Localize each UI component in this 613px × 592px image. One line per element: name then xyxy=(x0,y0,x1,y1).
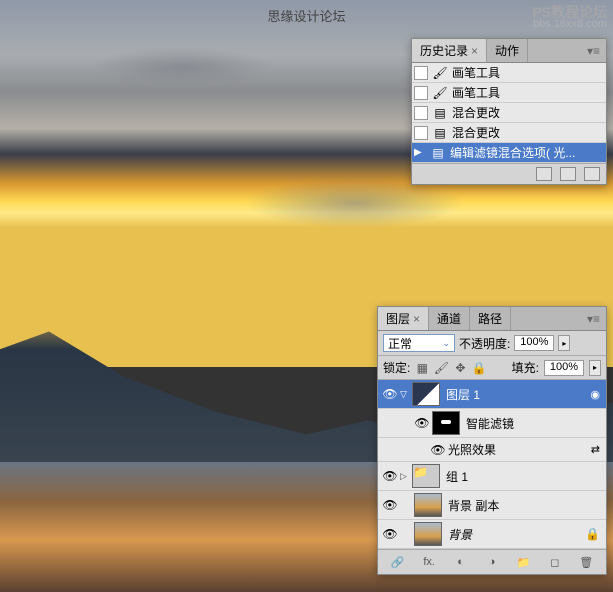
tab-actions[interactable]: 动作 xyxy=(487,39,528,62)
fill-flyout-icon[interactable]: ▸ xyxy=(589,360,601,376)
current-marker-icon: ▶ xyxy=(414,147,426,158)
history-item[interactable]: 🖌 画笔工具 xyxy=(412,63,606,83)
history-snapshot-box[interactable] xyxy=(414,66,428,80)
panel-menu-icon[interactable]: ▾≡ xyxy=(581,42,606,60)
brush-icon: 🖌 xyxy=(432,65,448,81)
history-panel: 历史记录× 动作 ▾≡ 🖌 画笔工具 🖌 画笔工具 ▤ 混合更改 ▤ 混合更改 … xyxy=(411,38,607,185)
history-item[interactable]: ▤ 混合更改 xyxy=(412,103,606,123)
visibility-icon[interactable]: 👁 xyxy=(412,416,432,430)
layer-thumbnail[interactable] xyxy=(414,522,442,546)
filter-mask-thumbnail[interactable] xyxy=(432,411,460,435)
fill-label: 填充: xyxy=(512,359,539,376)
layer-mask-icon[interactable]: ◐ xyxy=(452,554,470,570)
filter-blend-icon[interactable]: ⇄ xyxy=(591,443,600,456)
fill-input[interactable]: 100% xyxy=(544,360,584,376)
history-list: 🖌 画笔工具 🖌 画笔工具 ▤ 混合更改 ▤ 混合更改 ▶ ▤ 编辑滤镜混合选项… xyxy=(412,63,606,163)
layer-row[interactable]: 👁 ▽ 图层 1 ◉ xyxy=(378,380,606,409)
history-snapshot-box[interactable] xyxy=(414,126,428,140)
close-icon[interactable]: × xyxy=(413,312,420,326)
lock-label: 锁定: xyxy=(383,359,410,376)
new-layer-icon[interactable]: ◻ xyxy=(546,554,564,570)
chevron-down-icon: ⌄ xyxy=(442,338,450,349)
layer-thumbnail[interactable] xyxy=(414,493,442,517)
visibility-icon[interactable]: 👁 xyxy=(380,387,400,401)
lock-all-icon[interactable]: 🔒 xyxy=(472,361,486,375)
lock-pixels-icon[interactable]: 🖌 xyxy=(434,361,448,375)
folder-icon: 📁 xyxy=(412,464,440,488)
tab-layers[interactable]: 图层× xyxy=(378,307,429,330)
tab-channels[interactable]: 通道 xyxy=(429,307,470,330)
adjustment-layer-icon[interactable]: ◑ xyxy=(483,554,501,570)
history-item[interactable]: ▤ 混合更改 xyxy=(412,123,606,143)
layer-group-row[interactable]: 👁 ▷ 📁 组 1 xyxy=(378,462,606,491)
new-document-icon[interactable] xyxy=(536,167,552,181)
smart-filter-header[interactable]: 👁 智能滤镜 xyxy=(378,409,606,438)
history-snapshot-box[interactable] xyxy=(414,86,428,100)
layer-thumbnail[interactable] xyxy=(412,382,440,406)
panel-menu-icon[interactable]: ▾≡ xyxy=(581,310,606,328)
lock-position-icon[interactable]: ✥ xyxy=(453,361,467,375)
trash-icon[interactable] xyxy=(584,167,600,181)
document-icon: ▤ xyxy=(432,105,448,121)
tab-history[interactable]: 历史记录× xyxy=(412,39,487,62)
brush-icon: 🖌 xyxy=(432,85,448,101)
layers-panel: 图层× 通道 路径 ▾≡ 正常⌄ 不透明度: 100% ▸ 锁定: ▦ 🖌 ✥ … xyxy=(377,306,607,575)
opacity-input[interactable]: 100% xyxy=(514,335,554,351)
trash-icon[interactable]: 🗑 xyxy=(577,554,595,570)
visibility-icon[interactable]: 👁 xyxy=(428,443,448,457)
watermark-url: bbs.16xx8.com xyxy=(533,18,607,30)
visibility-icon[interactable]: 👁 xyxy=(380,527,400,541)
smart-filter-item[interactable]: 👁 光照效果 ⇄ xyxy=(378,438,606,462)
visibility-icon[interactable]: 👁 xyxy=(380,498,400,512)
lock-transparency-icon[interactable]: ▦ xyxy=(415,361,429,375)
history-snapshot-box[interactable] xyxy=(414,106,428,120)
background-layer-row[interactable]: 👁 背景 🔒 xyxy=(378,520,606,549)
new-group-icon[interactable]: 📁 xyxy=(514,554,532,570)
opacity-flyout-icon[interactable]: ▸ xyxy=(558,335,570,351)
history-item[interactable]: 🖌 画笔工具 xyxy=(412,83,606,103)
layer-fx-icon[interactable]: fx. xyxy=(420,554,438,570)
document-icon: ▤ xyxy=(430,145,446,161)
tab-paths[interactable]: 路径 xyxy=(470,307,511,330)
expand-icon[interactable]: ▷ xyxy=(400,471,412,482)
expand-icon[interactable]: ▽ xyxy=(400,389,412,400)
layer-row[interactable]: 👁 背景 副本 xyxy=(378,491,606,520)
close-icon[interactable]: × xyxy=(471,44,478,58)
new-snapshot-icon[interactable] xyxy=(560,167,576,181)
visibility-icon[interactable]: 👁 xyxy=(380,469,400,483)
layer-list: 👁 ▽ 图层 1 ◉ 👁 智能滤镜 👁 光照效果 ⇄ 👁 ▷ 📁 组 1 👁 背… xyxy=(378,380,606,549)
watermark-top: 思缘设计论坛 xyxy=(267,6,345,25)
opacity-label: 不透明度: xyxy=(459,335,510,352)
link-layers-icon[interactable]: 🔗 xyxy=(389,554,407,570)
history-item-current[interactable]: ▶ ▤ 编辑滤镜混合选项( 光... xyxy=(412,143,606,163)
blend-mode-select[interactable]: 正常⌄ xyxy=(383,334,455,352)
lock-icon: 🔒 xyxy=(585,527,600,541)
document-icon: ▤ xyxy=(432,125,448,141)
filter-toggle-icon[interactable]: ◉ xyxy=(590,388,600,401)
